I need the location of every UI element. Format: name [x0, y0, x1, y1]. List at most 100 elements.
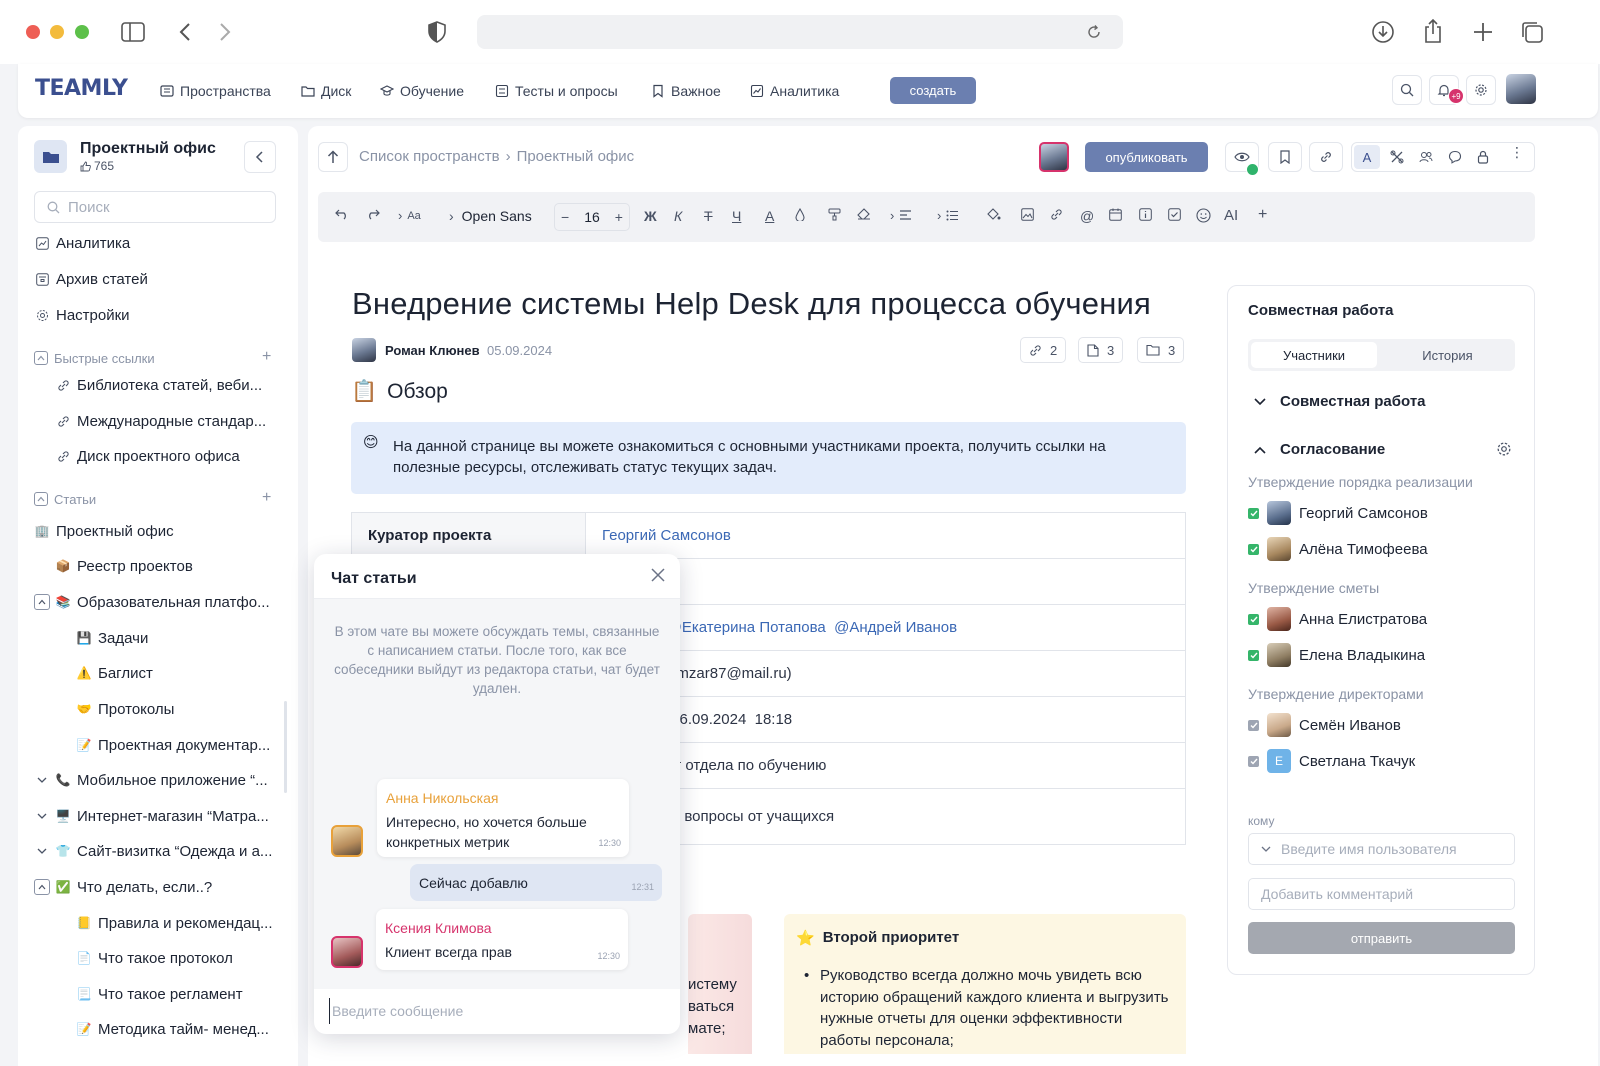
font-size-stepper[interactable]: − 16 +: [554, 203, 630, 231]
insert-more-icon[interactable]: +: [1258, 206, 1267, 224]
sidebar-scrollbar[interactable]: [284, 701, 287, 793]
add-article-icon[interactable]: +: [262, 489, 271, 507]
italic-button[interactable]: К: [674, 208, 682, 224]
chat-message-own[interactable]: Сейчас добавлю 12:31: [410, 864, 662, 901]
undo-icon[interactable]: [335, 208, 349, 220]
image-icon[interactable]: [1021, 208, 1034, 221]
section-heading[interactable]: 📋 Обзор: [351, 380, 448, 404]
sidebar-article-item[interactable]: 📞 Мобильное приложение “...: [34, 765, 268, 795]
sidebar-article-item[interactable]: 📄 Что такое протокол: [76, 943, 233, 973]
list-dropdown[interactable]: ›: [937, 208, 959, 223]
add-quick-link-icon[interactable]: +: [262, 348, 271, 366]
link-icon[interactable]: [1050, 208, 1063, 221]
teamly-logo[interactable]: TEAMLY: [35, 76, 128, 101]
chat-message-input[interactable]: Введите сообщение: [329, 998, 665, 1024]
mention-icon[interactable]: @: [1080, 208, 1094, 224]
sidebar-toggle-icon[interactable]: [121, 22, 145, 42]
users-icon[interactable]: [1419, 150, 1433, 164]
breadcrumb-current[interactable]: Проектный офис: [517, 148, 635, 165]
decrease-size-icon[interactable]: −: [561, 209, 569, 225]
underline-button[interactable]: Ч: [732, 208, 741, 224]
nav-tests[interactable]: Тесты и опросы: [495, 83, 618, 99]
space-title[interactable]: Проектный офис: [80, 140, 216, 158]
chevron-down-icon[interactable]: [34, 813, 50, 819]
approver-row[interactable]: Георгий Самсонов: [1248, 501, 1428, 525]
gear-icon[interactable]: [1496, 441, 1512, 457]
articles-section[interactable]: Статьи: [34, 489, 96, 509]
sidebar-search-input[interactable]: Поиск: [34, 191, 276, 223]
priority-card-1[interactable]: истему ваться мате;: [688, 914, 752, 1054]
search-button[interactable]: [1392, 75, 1422, 105]
align-dropdown[interactable]: ›: [890, 208, 912, 223]
editor-avatar[interactable]: [1039, 142, 1069, 172]
shield-icon[interactable]: [428, 21, 446, 43]
address-bar[interactable]: [477, 15, 1123, 49]
reload-icon[interactable]: [1087, 25, 1101, 39]
settings-button[interactable]: [1466, 75, 1496, 105]
nav-analytics[interactable]: Аналитика: [750, 83, 839, 99]
links-count-badge[interactable]: 2: [1020, 337, 1067, 363]
more-icon[interactable]: ⋮: [1510, 145, 1524, 159]
checkbox-block-icon[interactable]: [1168, 208, 1181, 221]
quick-links-section[interactable]: Быстрые ссылки: [34, 348, 155, 368]
approver-row[interactable]: Елена Владыкина: [1248, 643, 1425, 667]
text-size-dropdown[interactable]: › Aa: [398, 208, 421, 223]
format-painter-icon[interactable]: [828, 208, 841, 221]
author-avatar[interactable]: [352, 338, 376, 362]
user-avatar[interactable]: [1506, 74, 1536, 104]
quick-link-item[interactable]: Международные стандар...: [55, 406, 266, 436]
highlight-icon[interactable]: [795, 208, 805, 221]
space-likes[interactable]: 765: [80, 159, 114, 173]
sidebar-article-item[interactable]: 📚 Образовательная платфо...: [34, 587, 270, 617]
sidebar-article-item[interactable]: 📦 Реестр проектов: [55, 551, 193, 581]
comment-icon[interactable]: [1448, 150, 1462, 164]
article-title[interactable]: Внедрение системы Help Desk для процесса…: [352, 286, 1151, 322]
eraser-icon[interactable]: [857, 208, 871, 220]
minimize-window-button[interactable]: [50, 25, 64, 39]
sidebar-item-analytics[interactable]: Аналитика: [34, 228, 130, 258]
forward-icon[interactable]: [218, 22, 232, 42]
sidebar-article-item[interactable]: 📒 Правила и рекомендац...: [76, 908, 273, 938]
sidebar-article-item[interactable]: 🏢 Проектный офис: [34, 516, 174, 546]
bookmark-button[interactable]: [1268, 142, 1302, 172]
up-button[interactable]: [318, 142, 348, 172]
approval-section-toggle[interactable]: Согласование: [1254, 441, 1385, 458]
sidebar-article-item[interactable]: 👕 Сайт-визитка “Одежда и а...: [34, 836, 272, 866]
approver-row[interactable]: Анна Елистратова: [1248, 607, 1427, 631]
font-family-dropdown[interactable]: › Open Sans: [449, 208, 532, 224]
download-icon[interactable]: [1371, 20, 1395, 44]
ai-button[interactable]: AI: [1224, 207, 1238, 224]
emoji-icon[interactable]: [1196, 208, 1211, 223]
priority-card-2[interactable]: ⭐ Второй приоритет • Руководство всегда …: [784, 914, 1186, 1054]
collab-section-toggle[interactable]: Совместная работа: [1254, 393, 1426, 410]
nav-spaces[interactable]: Пространства: [160, 83, 271, 99]
text-color-icon[interactable]: A: [765, 208, 774, 224]
info-callout[interactable]: 😊 На данной странице вы можете ознакомит…: [351, 422, 1186, 494]
copy-link-button[interactable]: [1309, 142, 1343, 172]
chevron-up-icon[interactable]: [34, 594, 50, 610]
create-button[interactable]: создать: [890, 77, 976, 104]
calendar-icon[interactable]: [1109, 208, 1122, 221]
back-icon[interactable]: [178, 22, 192, 42]
approver-row[interactable]: Алёна Тимофеева: [1248, 537, 1428, 561]
chevron-down-icon[interactable]: [34, 848, 50, 854]
quick-link-item[interactable]: Диск проектного офиса: [55, 441, 240, 471]
nav-disk[interactable]: Диск: [301, 83, 351, 99]
new-tab-icon[interactable]: [1472, 21, 1494, 43]
sidebar-article-item[interactable]: 🤝 Протоколы: [76, 694, 175, 724]
chat-avatar-anna[interactable]: [331, 825, 363, 857]
publish-button[interactable]: опубликовать: [1085, 142, 1208, 172]
sidebar-article-item[interactable]: 📃 Что такое регламент: [76, 979, 243, 1009]
increase-size-icon[interactable]: +: [615, 209, 623, 225]
folders-count-badge[interactable]: 3: [1137, 337, 1185, 363]
author-name[interactable]: Роман Клюнев: [385, 343, 480, 358]
approver-row[interactable]: Е Светлана Ткачук: [1248, 749, 1415, 773]
sidebar-item-settings[interactable]: Настройки: [34, 300, 130, 330]
maximize-window-button[interactable]: [75, 25, 89, 39]
notifications-button[interactable]: +9: [1429, 75, 1464, 105]
pages-count-badge[interactable]: 3: [1078, 337, 1124, 363]
sidebar-item-archive[interactable]: Архив статей: [34, 264, 148, 294]
tab-history[interactable]: История: [1383, 342, 1512, 368]
table-value[interactable]: Георгий Самсонов: [585, 512, 1186, 559]
watch-button[interactable]: [1225, 142, 1259, 176]
